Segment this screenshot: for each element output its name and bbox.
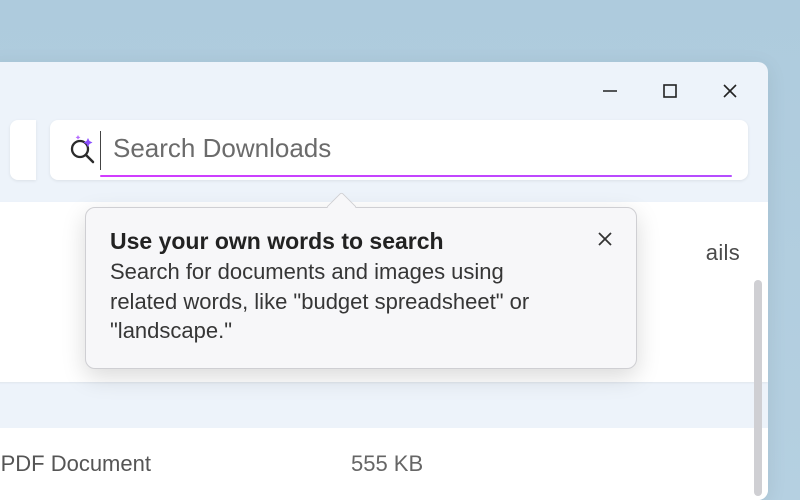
search-input[interactable]	[100, 131, 730, 170]
tooltip-title: Use your own words to search	[110, 228, 614, 255]
column-header-band: ails Use your own words to search Search…	[0, 202, 768, 382]
file-type-cell: ge PDF Document	[0, 451, 151, 477]
desktop-background: ails Use your own words to search Search…	[0, 0, 800, 500]
close-icon	[596, 230, 614, 248]
window-titlebar	[0, 62, 768, 120]
explorer-window: ails Use your own words to search Search…	[0, 62, 768, 500]
file-size-cell: 555 KB	[351, 451, 423, 477]
close-icon	[721, 82, 739, 100]
toolbar-row	[10, 120, 748, 180]
ai-search-icon	[66, 135, 100, 165]
vertical-scrollbar[interactable]	[754, 280, 762, 400]
vertical-scrollbar[interactable]	[754, 388, 762, 496]
search-hint-tooltip: Use your own words to search Search for …	[85, 207, 637, 369]
minimize-button[interactable]	[580, 68, 640, 114]
tooltip-body: Search for documents and images using re…	[110, 257, 614, 346]
maximize-button[interactable]	[640, 68, 700, 114]
maximize-icon	[661, 82, 679, 100]
search-box[interactable]	[50, 120, 748, 180]
details-column-header[interactable]: ails	[706, 240, 740, 266]
close-button[interactable]	[700, 68, 760, 114]
tooltip-close-button[interactable]	[590, 224, 620, 254]
search-focus-underline	[100, 175, 732, 177]
file-list-row[interactable]: ge PDF Document 555 KB	[0, 428, 768, 500]
minimize-icon	[601, 82, 619, 100]
toolbar-left-stub	[10, 120, 36, 180]
